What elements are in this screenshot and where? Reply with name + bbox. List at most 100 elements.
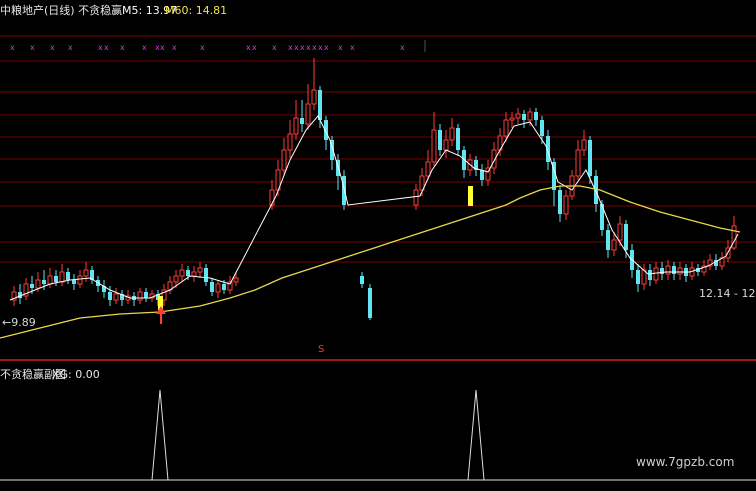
candle-body <box>77 275 83 285</box>
signal-marker: x <box>294 43 299 52</box>
candle-body <box>342 176 346 205</box>
candle-body <box>113 293 119 301</box>
candle-body <box>527 111 533 121</box>
candle-body <box>305 103 311 125</box>
candle-body <box>653 267 659 281</box>
mask-band <box>0 230 756 258</box>
signal-marker: x <box>10 43 15 52</box>
signal-marker: x <box>400 43 405 52</box>
candle-body <box>30 284 34 288</box>
signal-marker: x <box>324 43 329 52</box>
candle-body <box>575 149 581 177</box>
candle-body <box>636 270 640 284</box>
candle-body <box>42 280 46 284</box>
chart-window[interactable]: xxxxxxxxxxxxxxxxxxxxxxxxx 中粮地产(日线) 不贪稳赢 … <box>0 0 756 487</box>
candle-body <box>281 149 287 171</box>
sell-marker: S <box>318 344 325 355</box>
signal-marker: x <box>252 43 257 52</box>
candle-body <box>611 239 617 251</box>
signal-marker: x <box>300 43 305 52</box>
candle-body <box>606 230 610 250</box>
candle-body <box>480 170 484 180</box>
candle-body <box>413 189 419 206</box>
candle-body <box>144 292 148 298</box>
candle-body <box>204 268 208 282</box>
candle-body <box>425 161 431 177</box>
candle-body <box>47 275 53 285</box>
signal-marker: x <box>160 43 165 52</box>
candle-body <box>540 120 544 136</box>
candle-body <box>72 280 76 284</box>
candle-body <box>311 89 317 105</box>
candle-body <box>360 276 364 284</box>
signal-marker: x <box>272 43 277 52</box>
mask-band <box>423 207 756 231</box>
candle-body <box>35 279 41 289</box>
signal-marker: x <box>30 43 35 52</box>
signal-marker: x <box>68 43 73 52</box>
ma60-value: M60: 14.81 <box>165 4 228 17</box>
candle-body <box>197 267 203 273</box>
signal-marker: x <box>50 43 55 52</box>
candle-body <box>648 270 652 280</box>
candle-body <box>588 140 592 176</box>
candle-body <box>503 119 509 137</box>
candle-body <box>558 190 562 214</box>
candle-body <box>509 117 515 121</box>
candle-body <box>233 277 239 283</box>
candle-series <box>11 58 737 320</box>
low-price-label: ←9.89 <box>2 316 36 329</box>
candle-body <box>438 130 442 150</box>
candle-body <box>210 282 214 292</box>
signal-marker: x <box>288 43 293 52</box>
signal-marker: x <box>104 43 109 52</box>
candle-body <box>534 112 538 120</box>
candle-body <box>318 90 322 120</box>
candle-body <box>672 266 676 274</box>
signal-marker: x <box>246 43 251 52</box>
signal-marker: x <box>318 43 323 52</box>
grid-lines <box>0 35 756 358</box>
candle-body <box>368 288 372 318</box>
candle-body <box>191 271 197 277</box>
candle-body <box>137 291 143 301</box>
signal-marker: x <box>120 43 125 52</box>
candle-body <box>215 283 221 293</box>
candle-body <box>522 114 526 120</box>
xg-value: XG: 0.00 <box>52 368 100 381</box>
date-range-label: 12.14 - 12.18 <box>699 287 756 300</box>
signal-marker: x <box>98 43 103 52</box>
watermark: www.7gpzb.com <box>636 455 735 469</box>
candle-body <box>456 128 460 150</box>
candle-body <box>83 269 89 277</box>
candle-body <box>66 272 70 280</box>
signal-marker: x <box>172 43 177 52</box>
signal-marker: x <box>142 43 147 52</box>
candle-body <box>59 271 65 283</box>
top-signal-markers: xxxxxxxxxxxxxxxxxxxxxxxxx <box>10 40 426 52</box>
candle-body <box>179 269 185 277</box>
candle-body <box>443 139 449 151</box>
signal-marker: x <box>312 43 317 52</box>
signal-marker: x <box>350 43 355 52</box>
signal-marker: x <box>338 43 343 52</box>
candle-body <box>581 139 587 151</box>
candle-body <box>563 195 569 215</box>
candle-body <box>515 113 521 119</box>
candle-body <box>173 275 179 283</box>
signal-bar <box>468 186 473 206</box>
candle-body <box>624 224 628 250</box>
candle-body <box>665 265 671 275</box>
candle-body <box>293 117 299 135</box>
candle-body <box>186 270 190 276</box>
signal-marker: x <box>200 43 205 52</box>
chart-title: 中粮地产(日线) 不贪稳赢 <box>0 4 123 17</box>
candle-body <box>222 284 226 290</box>
candle-body <box>300 118 304 124</box>
candle-body <box>677 267 683 275</box>
candle-body <box>108 292 112 300</box>
candle-body <box>54 276 58 282</box>
candle-body <box>617 223 623 241</box>
candle-body <box>449 127 455 141</box>
candlestick-chart[interactable]: xxxxxxxxxxxxxxxxxxxxxxxxx <box>0 0 756 487</box>
